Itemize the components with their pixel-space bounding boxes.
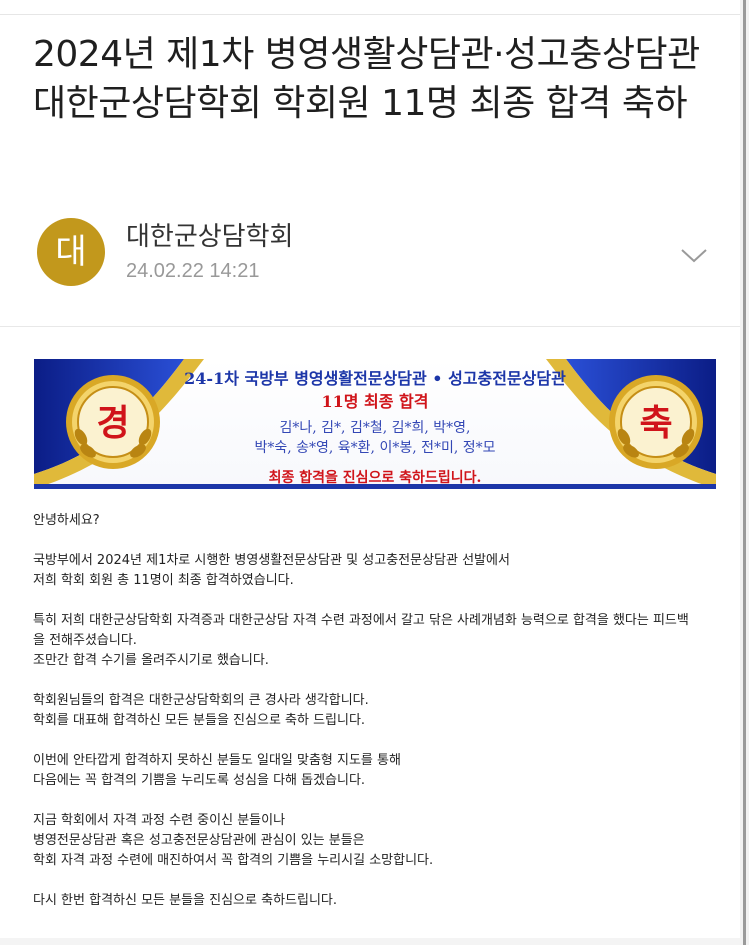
bottom-border — [0, 938, 740, 945]
body-line: 다시 한번 합격하신 모든 분들을 진심으로 축하드립니다. — [33, 893, 338, 908]
body-line: 특히 저희 대한군상담학회 자격증과 대한군상담 자격 수련 과정에서 갈고 닦… — [33, 613, 689, 628]
scrollbar[interactable] — [740, 0, 749, 945]
body-line: 조만간 합격 수기를 올려주시기로 했습니다. — [33, 653, 269, 668]
post-body: 안녕하세요? 국방부에서 2024년 제1차로 시행한 병영생활전문상담관 및 … — [33, 511, 723, 931]
post-title: 2024년 제1차 병영생활상담관·성고충상담관 대한군상담학회 학회원 11명… — [33, 34, 700, 124]
body-line: 학회를 대표해 합격하신 모든 분들을 진심으로 축하 드립니다. — [33, 713, 366, 728]
paragraph: 지금 학회에서 자격 과정 수련 중이신 분들이나 병영전문상담관 혹은 성고충… — [33, 811, 723, 871]
medal-chuk-icon: 축 — [609, 375, 703, 469]
body-line: 을 전해주셨습니다. — [33, 633, 137, 648]
chevron-down-icon — [681, 249, 707, 263]
body-line: 병영전문상담관 혹은 성고충전문상담관에 관심이 있는 분들은 — [33, 833, 365, 848]
paragraph: 국방부에서 2024년 제1차로 시행한 병영생활전문상담관 및 성고충전문상담… — [33, 551, 723, 591]
post-date: 24.02.22 14:21 — [126, 260, 260, 282]
body-line: 저희 학회 회원 총 11명이 최종 합격하였습니다. — [33, 573, 294, 588]
author-name[interactable]: 대한군상담학회 — [126, 216, 293, 253]
medal-left-char: 경 — [96, 403, 129, 444]
expand-button[interactable] — [677, 238, 711, 272]
avatar[interactable]: 대 — [37, 218, 105, 286]
body-line: 다음에는 꼭 합격의 기쁨을 누리도록 성심을 다해 돕겠습니다. — [33, 773, 366, 788]
body-line: 국방부에서 2024년 제1차로 시행한 병영생활전문상담관 및 성고충전문상담… — [33, 553, 510, 568]
header-divider — [0, 326, 740, 327]
medal-gyeong-icon: 경 — [66, 375, 160, 469]
body-line: 학회 자격 과정 수련에 매진하여서 꼭 합격의 기쁨을 누리시길 소망합니다. — [33, 853, 434, 868]
paragraph: 안녕하세요? — [33, 511, 723, 531]
body-line: 안녕하세요? — [33, 513, 100, 528]
body-line: 학회원님들의 합격은 대한군상담학회의 큰 경사라 생각합니다. — [33, 693, 369, 708]
paragraph: 이번에 안타깝게 합격하지 못하신 분들도 일대일 맞춤형 지도를 통해 다음에… — [33, 751, 723, 791]
top-border — [0, 14, 740, 15]
author-row: 대 대한군상담학회 24.02.22 14:21 — [37, 218, 717, 290]
paragraph: 특히 저희 대한군상담학회 자격증과 대한군상담 자격 수련 과정에서 갈고 닦… — [33, 611, 723, 671]
body-line: 이번에 안타깝게 합격하지 못하신 분들도 일대일 맞춤형 지도를 통해 — [33, 753, 401, 768]
medal-right-char: 축 — [639, 403, 672, 444]
congratulation-banner: 24-1차 국방부 병영생활전문상담관 • 성고충전문상담관 11명 최종 합격… — [34, 359, 716, 489]
body-line: 지금 학회에서 자격 과정 수련 중이신 분들이나 — [33, 813, 286, 828]
paragraph: 학회원님들의 합격은 대한군상담학회의 큰 경사라 생각합니다. 학회를 대표해… — [33, 691, 723, 731]
paragraph: 다시 한번 합격하신 모든 분들을 진심으로 축하드립니다. — [33, 891, 723, 911]
